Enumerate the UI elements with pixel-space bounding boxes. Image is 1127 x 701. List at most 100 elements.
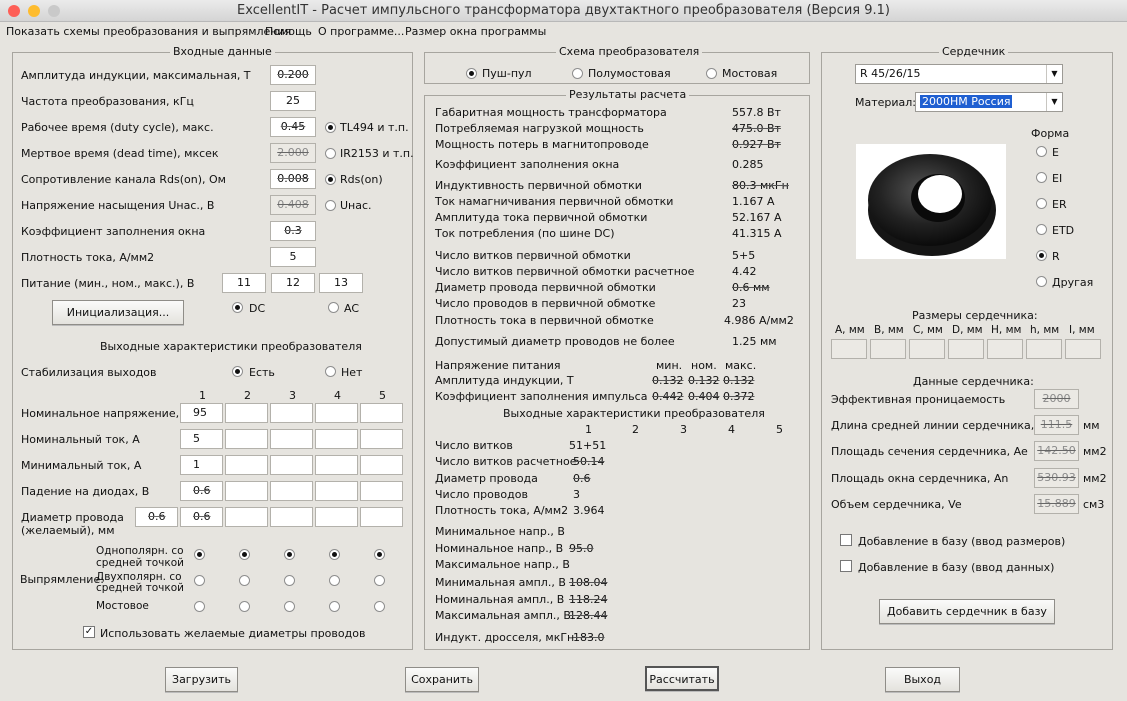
rectifier-radio[interactable] [284,549,295,560]
material-select[interactable]: 2000НМ Россия ▼ [915,92,1063,112]
output-cell[interactable] [225,455,268,475]
scheme-pushpull-radio[interactable] [466,68,477,79]
rectifier-radio[interactable] [194,549,205,560]
rectifier-radio[interactable] [374,601,385,612]
rdson-radio[interactable] [325,174,336,185]
scheme-bridge-radio[interactable] [706,68,717,79]
rectifier-radio[interactable] [329,549,340,560]
output-cell[interactable]: 5 [180,429,223,449]
dim-input[interactable] [1065,339,1101,359]
rectifier-radio[interactable] [194,575,205,586]
shape-radio[interactable] [1036,198,1047,209]
output-cell[interactable] [315,403,358,423]
input-field[interactable]: 0.200 [270,65,316,85]
core-data-value[interactable]: 15.889 [1034,494,1079,514]
add-dims-checkbox[interactable] [840,534,852,546]
stab-no-radio[interactable] [325,366,336,377]
load-button[interactable]: Загрузить [165,667,238,692]
dim-input[interactable] [870,339,906,359]
rectifier-radio[interactable] [284,601,295,612]
output-cell[interactable] [270,481,313,501]
supply-min-input[interactable]: 11 [222,273,266,293]
core-image [856,144,1006,259]
rectifier-radio[interactable] [239,575,250,586]
calculate-button[interactable]: Рассчитать [645,666,719,691]
shape-radio[interactable] [1036,224,1047,235]
wire-diameter-input[interactable]: 0.6 [135,507,178,527]
rectifier-radio[interactable] [239,549,250,560]
output-cell[interactable]: 1 [180,455,223,475]
output-cell[interactable]: 0.6 [180,481,223,501]
output-cell[interactable] [360,455,403,475]
output-cell[interactable] [225,481,268,501]
vrow-value: 0.372 [723,390,755,403]
menu-show-schemes[interactable]: Показать схемы преобразования и выпрямле… [6,25,291,38]
rectifier-radio[interactable] [284,575,295,586]
input-field[interactable]: 0.45 [270,117,316,137]
supply-nom-input[interactable]: 12 [271,273,315,293]
input-field[interactable]: 5 [270,247,316,267]
output-cell[interactable] [270,455,313,475]
output-cell[interactable]: 95 [180,403,223,423]
menu-about[interactable]: О программе... [318,25,404,38]
shape-radio[interactable] [1036,276,1047,287]
core-data-value[interactable]: 2000 [1034,389,1079,409]
output-cell[interactable] [315,429,358,449]
input-field[interactable]: 0.3 [270,221,316,241]
shape-radio[interactable] [1036,146,1047,157]
output-cell[interactable] [225,429,268,449]
core-data-value[interactable]: 111.5 [1034,415,1079,435]
dim-input[interactable] [1026,339,1062,359]
shape-label: ETD [1052,224,1075,237]
rectifier-radio[interactable] [329,575,340,586]
input-field[interactable]: 0.408 [270,195,316,215]
shape-radio[interactable] [1036,250,1047,261]
use-wire-checkbox[interactable]: ✓ [83,626,95,638]
supply-max-input[interactable]: 13 [319,273,363,293]
output-cell[interactable] [360,481,403,501]
rectifier-radio[interactable] [239,601,250,612]
output-cell[interactable] [270,403,313,423]
output-cell[interactable] [360,429,403,449]
output-cell[interactable] [315,481,358,501]
core-select[interactable]: R 45/26/15 ▼ [855,64,1063,84]
menu-window-size[interactable]: Размер окна программы [405,25,546,38]
dc-radio[interactable] [232,302,243,313]
shape-radio[interactable] [1036,172,1047,183]
save-button[interactable]: Сохранить [405,667,479,692]
rectifier-radio[interactable] [374,575,385,586]
exit-button[interactable]: Выход [885,667,960,692]
dim-input[interactable] [987,339,1023,359]
wire-diameter-input[interactable] [270,507,313,527]
wire-diameter-input[interactable]: 0.6 [180,507,223,527]
ir2153-radio[interactable] [325,148,336,159]
tl494-radio[interactable] [325,122,336,133]
dim-input[interactable] [909,339,945,359]
output-cell[interactable] [360,403,403,423]
rectifier-radio[interactable] [194,601,205,612]
rectifier-radio[interactable] [374,549,385,560]
output-cell[interactable] [315,455,358,475]
usat-radio[interactable] [325,200,336,211]
wire-diameter-input[interactable] [315,507,358,527]
dim-input[interactable] [948,339,984,359]
input-field[interactable]: 25 [270,91,316,111]
wire-diameter-input[interactable] [360,507,403,527]
output-cell[interactable] [225,403,268,423]
add-core-button[interactable]: Добавить сердечник в базу [879,599,1055,624]
core-data-value[interactable]: 530.93 [1034,468,1079,488]
output-cell[interactable] [270,429,313,449]
input-field[interactable]: 2.000 [270,143,316,163]
ac-radio[interactable] [328,302,339,313]
scheme-halfbridge-radio[interactable] [572,68,583,79]
core-data-value[interactable]: 142.50 [1034,441,1079,461]
results-col-header: 5 [776,423,783,436]
input-field[interactable]: 0.008 [270,169,316,189]
wire-diameter-input[interactable] [225,507,268,527]
dim-input[interactable] [831,339,867,359]
add-data-checkbox[interactable] [840,560,852,572]
stab-yes-radio[interactable] [232,366,243,377]
rectifier-radio[interactable] [329,601,340,612]
menu-help[interactable]: Помощь [265,25,312,38]
init-button[interactable]: Инициализация... [52,300,184,325]
